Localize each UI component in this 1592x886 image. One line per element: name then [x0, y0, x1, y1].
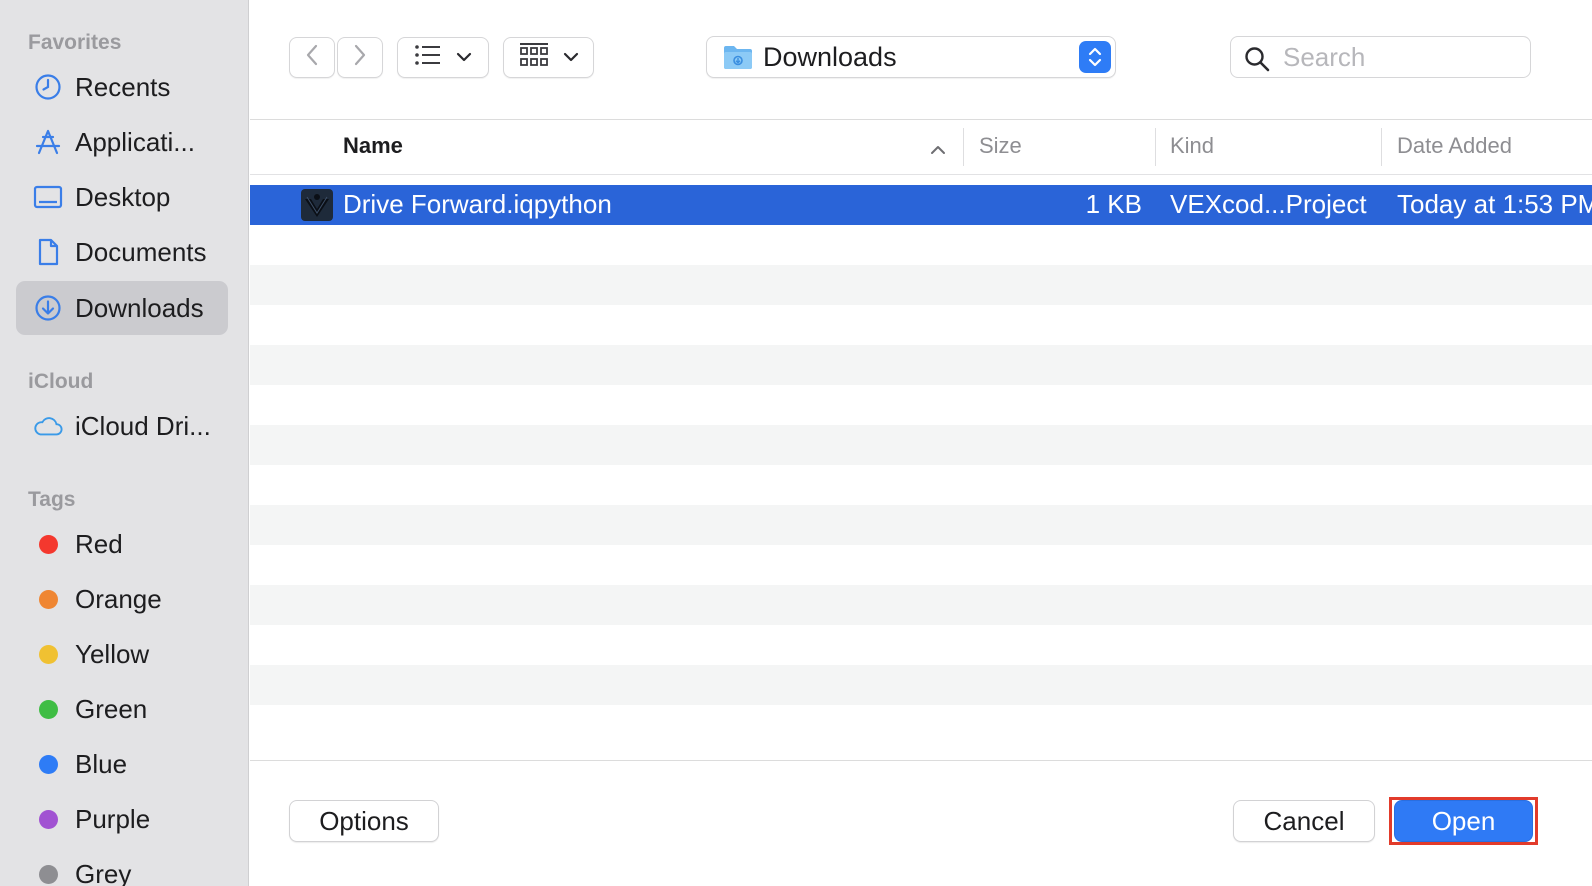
sidebar-tag-blue[interactable]: Blue: [16, 737, 228, 791]
tag-dot-icon: [33, 859, 63, 886]
sidebar-item-label: Recents: [75, 71, 171, 102]
sidebar-item-icloud-drive[interactable]: iCloud Dri...: [16, 399, 228, 453]
empty-row: [250, 545, 1592, 585]
location-popup[interactable]: Downloads: [706, 36, 1116, 78]
search-field[interactable]: [1230, 36, 1531, 78]
view-mode-list-button[interactable]: [397, 37, 489, 78]
file-date-added: Today at 1:53 PM: [1397, 189, 1592, 219]
sidebar-item-recents[interactable]: Recents: [16, 60, 228, 114]
cloud-icon: [33, 411, 63, 441]
group-by-button[interactable]: [503, 37, 594, 78]
back-button[interactable]: [289, 37, 335, 78]
sidebar-item-label: Yellow: [75, 638, 150, 669]
column-separator[interactable]: [963, 128, 964, 166]
empty-row: [250, 585, 1592, 625]
tag-dot-icon: [33, 804, 63, 834]
empty-row: [250, 385, 1592, 425]
sidebar-item-desktop[interactable]: Desktop: [16, 170, 228, 224]
sidebar-item-label: Green: [75, 693, 148, 724]
empty-row: [250, 625, 1592, 665]
file-size: 1 KB: [1085, 189, 1142, 219]
empty-row: [250, 505, 1592, 545]
cancel-button[interactable]: Cancel: [1233, 800, 1375, 842]
forward-button[interactable]: [337, 37, 383, 78]
sidebar-tag-red[interactable]: Red: [16, 517, 228, 571]
empty-row: [250, 265, 1592, 305]
tag-dot-icon: [33, 584, 63, 614]
column-header-kind[interactable]: Kind: [1170, 133, 1214, 159]
desktop-icon: [33, 182, 63, 212]
empty-row: [250, 345, 1592, 385]
sidebar-tag-yellow[interactable]: Yellow: [16, 627, 228, 681]
grid-icon: [519, 42, 549, 73]
list-icon: [414, 44, 442, 71]
column-header-size[interactable]: Size: [979, 133, 1022, 159]
sort-ascending-icon[interactable]: [930, 142, 946, 160]
tag-dot-icon: [33, 639, 63, 669]
column-header-date-added[interactable]: Date Added: [1397, 133, 1512, 159]
applications-icon: [33, 127, 63, 157]
empty-row: [250, 705, 1592, 745]
clock-icon: [33, 72, 63, 102]
sidebar-item-label: Documents: [75, 236, 207, 267]
icloud-heading: iCloud: [28, 370, 94, 393]
sidebar-item-label: iCloud Dri...: [75, 410, 211, 441]
chevron-left-icon: [305, 43, 319, 72]
sidebar-item-label: Applicati...: [75, 126, 195, 157]
sidebar-item-label: Desktop: [75, 181, 171, 212]
updown-chevron-icon: [1079, 41, 1111, 73]
location-label: Downloads: [763, 42, 897, 72]
tag-dot-icon: [33, 749, 63, 779]
column-separator[interactable]: [1155, 128, 1156, 166]
sidebar-item-label: Blue: [75, 748, 128, 779]
column-separator[interactable]: [1381, 128, 1382, 166]
favorites-heading: Favorites: [28, 31, 122, 54]
sidebar-item-label: Grey: [75, 858, 132, 886]
sidebar-item-label: Orange: [75, 583, 162, 614]
sidebar-item-applications[interactable]: Applicati...: [16, 115, 228, 169]
sidebar-tag-purple[interactable]: Purple: [16, 792, 228, 846]
empty-row: [250, 225, 1592, 265]
options-button[interactable]: Options: [289, 800, 439, 842]
tag-dot-icon: [33, 529, 63, 559]
sidebar: Favorites Recents Applicati... Desktop D…: [0, 0, 249, 886]
empty-row: [250, 425, 1592, 465]
chevron-down-icon: [456, 49, 472, 67]
sidebar-tag-green[interactable]: Green: [16, 682, 228, 736]
file-name: Drive Forward.iqpython: [343, 189, 612, 219]
sidebar-tag-grey[interactable]: Grey: [16, 847, 228, 886]
sidebar-item-label: Downloads: [75, 292, 204, 323]
file-list: Drive Forward.iqpython 1 KB VEXcod...Pro…: [250, 185, 1592, 760]
vexcode-project-icon: [301, 189, 333, 226]
sidebar-item-label: Red: [75, 528, 123, 559]
sidebar-item-downloads[interactable]: Downloads: [16, 281, 228, 335]
sidebar-item-label: Purple: [75, 803, 151, 834]
empty-row: [250, 305, 1592, 345]
toolbar: Downloads: [250, 0, 1592, 120]
column-header-row: Name Size Kind Date Added: [250, 120, 1592, 175]
tag-dot-icon: [33, 694, 63, 724]
document-icon: [33, 237, 63, 267]
dialog-footer: Options Cancel Open: [250, 760, 1592, 886]
folder-icon: [723, 44, 753, 75]
sidebar-item-documents[interactable]: Documents: [16, 225, 228, 279]
highlight-ring: [1389, 797, 1538, 845]
search-input[interactable]: [1283, 41, 1523, 73]
chevron-down-icon: [563, 49, 579, 67]
download-icon: [33, 293, 63, 323]
tags-heading: Tags: [28, 488, 76, 511]
empty-row: [250, 665, 1592, 705]
empty-row: [250, 465, 1592, 505]
sidebar-tag-orange[interactable]: Orange: [16, 572, 228, 626]
search-icon: [1244, 46, 1270, 77]
column-header-name[interactable]: Name: [343, 133, 403, 159]
file-kind: VEXcod...Project: [1170, 189, 1367, 219]
chevron-right-icon: [353, 43, 367, 72]
file-row-drive-forward[interactable]: Drive Forward.iqpython 1 KB VEXcod...Pro…: [250, 185, 1592, 225]
